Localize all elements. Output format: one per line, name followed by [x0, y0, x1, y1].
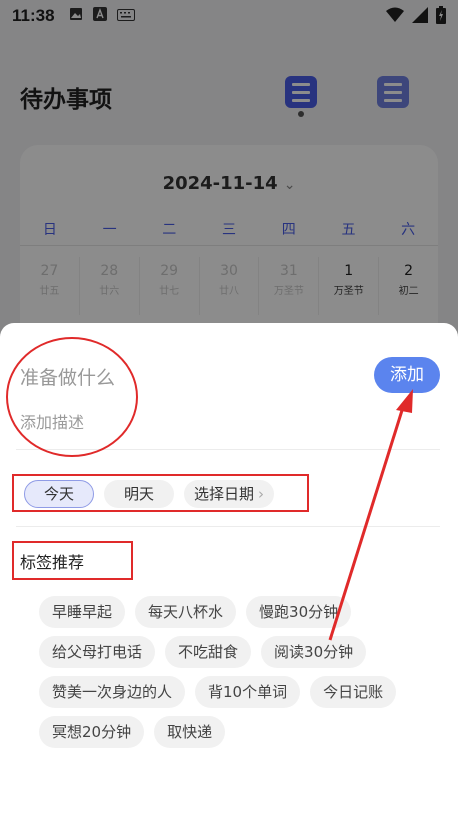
annotation-arrow — [328, 389, 413, 641]
